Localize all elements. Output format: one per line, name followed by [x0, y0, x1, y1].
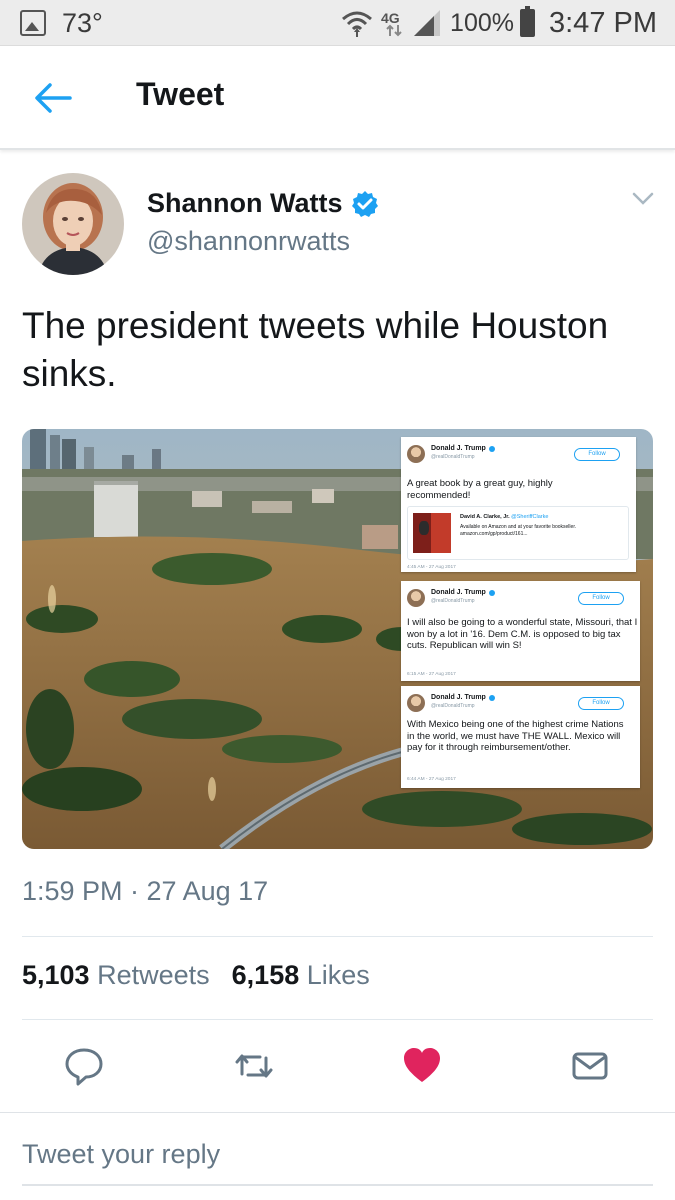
status-right: 4G 100% 3:47 PM: [340, 5, 657, 41]
embedded-tweet-header: Donald J. Trump @realDonaldTrump: [407, 589, 495, 607]
verified-badge-icon: [488, 445, 495, 452]
embedded-tweet-time: 6:44 AM - 27 Aug 2017: [407, 777, 456, 782]
embedded-tweet-text: A great book by a great guy, highly reco…: [407, 478, 553, 501]
chevron-down-icon[interactable]: [631, 190, 655, 208]
embedded-tweet-text: I will also be going to a wonderful stat…: [407, 617, 638, 651]
follow-button: Follow: [574, 448, 620, 461]
tweet-actions: [0, 1040, 675, 1094]
embedded-avatar: [407, 589, 425, 607]
reply-icon[interactable]: [64, 1046, 104, 1086]
heart-icon[interactable]: [402, 1046, 442, 1086]
follow-button: Follow: [578, 697, 624, 710]
embedded-tweet-text: With Mexico being one of the highest cri…: [407, 719, 624, 753]
wifi-icon: [342, 11, 373, 37]
battery-icon: [520, 6, 535, 37]
retweets-stat[interactable]: 5,103 Retweets: [22, 960, 210, 991]
network-type-icon: 4G: [381, 10, 402, 37]
envelope-icon[interactable]: [570, 1046, 610, 1086]
author-name[interactable]: Shannon Watts: [147, 188, 379, 219]
tweet-stats: 5,103 Retweets 6,158 Likes: [22, 960, 392, 991]
tweet-media-image[interactable]: Donald J. Trump @realDonaldTrump Follow …: [22, 429, 653, 849]
embedded-handle: @realDonaldTrump: [431, 598, 475, 604]
embedded-name: Donald J. Trump: [431, 589, 495, 596]
quoted-tweet-text: Available on Amazon and at your favorite…: [460, 524, 577, 537]
quoted-tweet-name: David A. Clarke, Jr. @SheriffClarke: [460, 514, 549, 520]
embedded-tweet-card: Donald J. Trump @realDonaldTrump Follow …: [401, 437, 636, 572]
embedded-tweet-card: Donald J. Trump @realDonaldTrump Follow …: [401, 581, 640, 681]
embedded-handle: @realDonaldTrump: [431, 703, 475, 709]
embedded-handle: @realDonaldTrump: [431, 454, 475, 460]
embedded-tweet-time: 4:45 AM - 27 Aug 2017: [407, 565, 456, 570]
embedded-tweet-header: Donald J. Trump @realDonaldTrump: [407, 694, 495, 712]
embedded-name: Donald J. Trump: [431, 445, 495, 452]
embedded-tweet-card: Donald J. Trump @realDonaldTrump Follow …: [401, 686, 640, 788]
verified-badge-icon: [488, 589, 495, 596]
back-arrow-icon[interactable]: [30, 78, 74, 118]
divider: [22, 1019, 653, 1020]
status-left: 73°: [20, 8, 103, 38]
app-header: Tweet: [0, 46, 675, 150]
likes-stat[interactable]: 6,158 Likes: [232, 960, 370, 991]
verified-badge-icon: [351, 190, 378, 217]
embedded-tweet-time: 6:15 AM - 27 Aug 2017: [407, 672, 456, 677]
quoted-tweet: David A. Clarke, Jr. @SheriffClarke Avai…: [407, 506, 629, 560]
tweet-text: The president tweets while Houston sinks…: [22, 305, 609, 394]
page-title: Tweet: [136, 76, 225, 112]
svg-text:4G: 4G: [381, 10, 400, 26]
author-name-text: Shannon Watts: [147, 188, 343, 218]
reply-input[interactable]: [22, 1139, 653, 1186]
verified-badge-icon: [488, 694, 495, 701]
author-handle[interactable]: @shannonrwatts: [147, 226, 350, 257]
embedded-avatar: [407, 694, 425, 712]
embedded-tweet-header: Donald J. Trump @realDonaldTrump: [407, 445, 495, 463]
avatar[interactable]: [22, 173, 124, 275]
tweet-timestamp[interactable]: 1:59 PM · 27 Aug 17: [22, 876, 268, 907]
follow-button: Follow: [578, 592, 624, 605]
clock: 3:47 PM: [549, 6, 657, 39]
reply-bar: [0, 1112, 675, 1200]
book-cover-image: [413, 513, 451, 553]
divider: [22, 936, 653, 937]
temperature: 73°: [62, 8, 103, 38]
signal-strength-icon: [414, 10, 441, 36]
gallery-icon: [20, 10, 46, 36]
status-bar: 73° 4G 100% 3:47 PM: [0, 0, 675, 46]
embedded-name: Donald J. Trump: [431, 694, 495, 701]
embedded-avatar: [407, 445, 425, 463]
battery-percent: 100%: [450, 8, 514, 37]
retweet-icon[interactable]: [234, 1046, 274, 1086]
